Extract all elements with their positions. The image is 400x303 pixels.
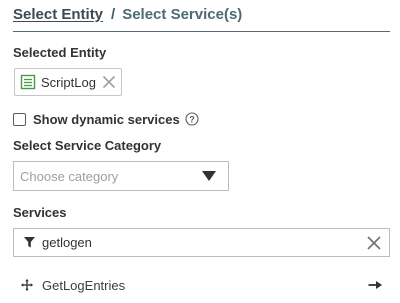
service-list-item[interactable]: GetLogEntries [13,274,390,296]
services-filter-box [13,228,390,257]
show-dynamic-services-row: Show dynamic services ? [13,111,199,127]
service-category-select[interactable]: Choose category [13,161,229,191]
selected-entity-label: Selected Entity [13,45,107,60]
filter-icon [24,237,35,248]
help-icon[interactable]: ? [185,112,199,126]
breadcrumb: Select Entity / Select Service(s) [13,4,242,24]
services-filter-input[interactable] [42,232,342,253]
selected-entity-name: ScriptLog [41,74,96,90]
service-category-label: Select Service Category [13,138,162,153]
arrow-right-icon[interactable] [368,279,382,291]
breadcrumb-separator: / [111,5,116,23]
header-divider [13,31,390,32]
selected-entity-chip: ScriptLog [14,68,122,96]
caret-down-icon[interactable] [202,171,216,181]
services-label: Services [13,205,67,220]
breadcrumb-current-step: Select Service(s) [122,5,243,23]
remove-entity-close-icon[interactable] [102,75,116,89]
service-name: GetLogEntries [42,277,126,293]
document-icon [20,74,36,90]
show-dynamic-services-label[interactable]: Show dynamic services [33,112,180,127]
show-dynamic-services-checkbox[interactable] [13,112,26,126]
breadcrumb-select-entity-link[interactable]: Select Entity [13,6,103,23]
clear-filter-close-icon[interactable] [366,235,382,251]
move-icon[interactable] [21,279,33,291]
svg-text:?: ? [189,114,195,124]
service-category-placeholder: Choose category [20,168,119,184]
